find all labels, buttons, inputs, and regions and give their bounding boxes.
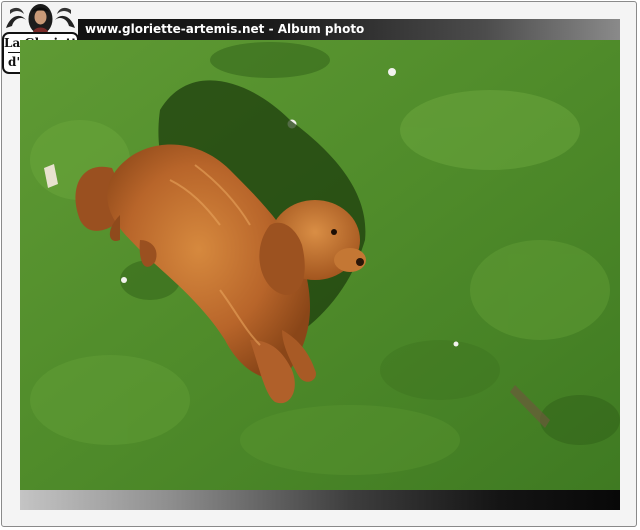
album-photo[interactable] (20, 40, 620, 490)
page-title: www.gloriette-artemis.net - Album photo (85, 22, 365, 36)
logo-portrait-icon (6, 4, 75, 34)
title-bar: www.gloriette-artemis.net - Album photo (78, 19, 620, 40)
bottom-bar (20, 490, 620, 510)
dog-photo-image (20, 40, 620, 490)
